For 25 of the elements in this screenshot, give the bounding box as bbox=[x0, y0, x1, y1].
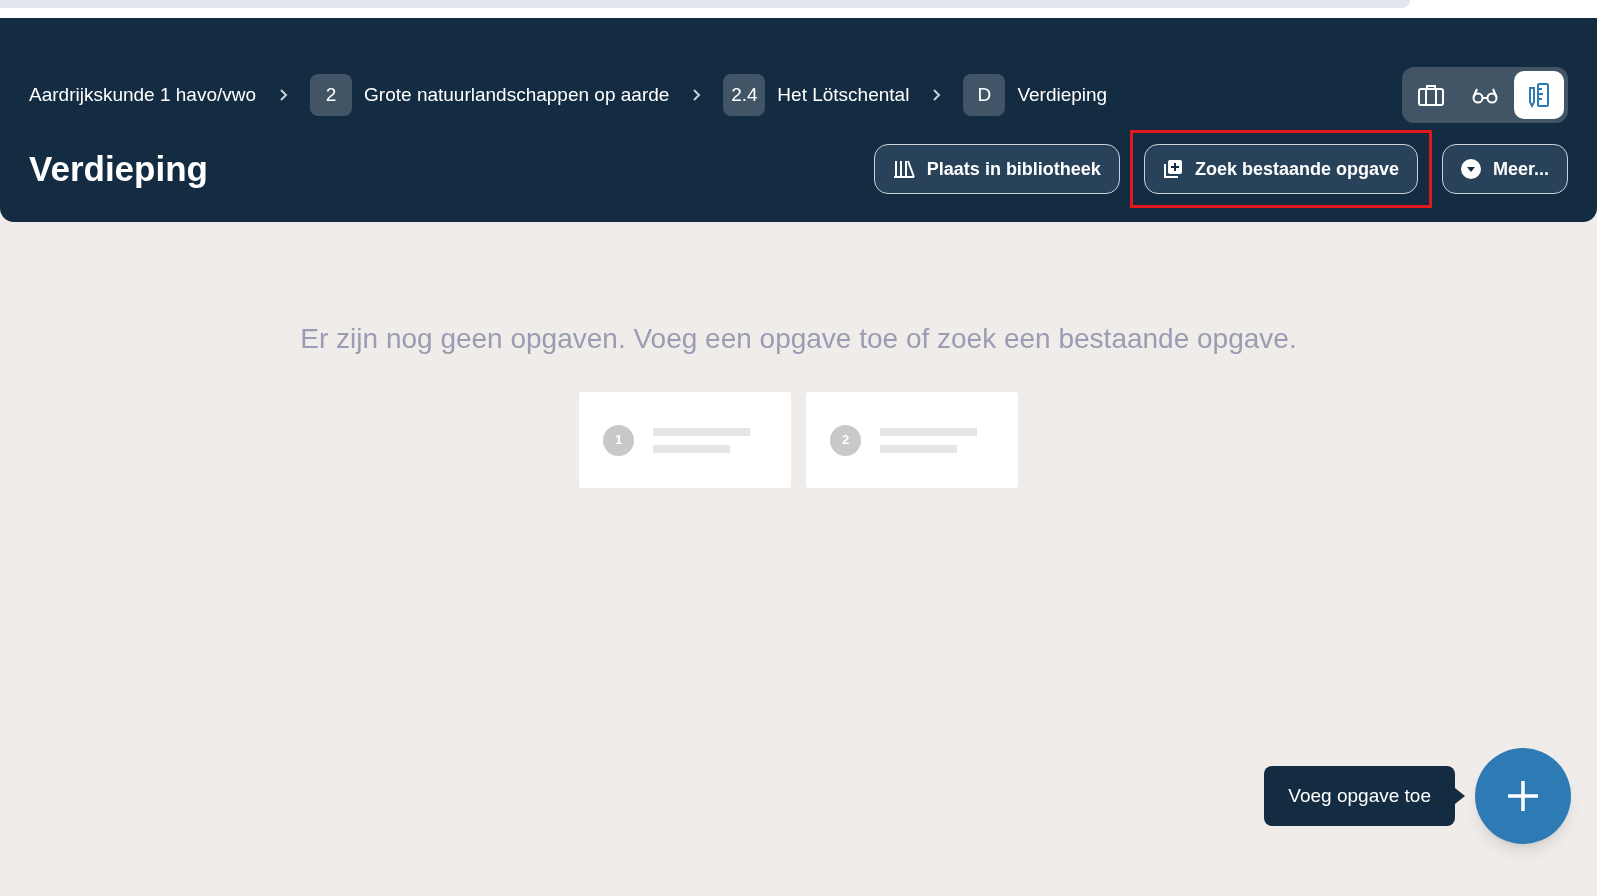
plus-icon bbox=[1508, 781, 1538, 811]
action-button[interactable]: Zoek bestaande opgave bbox=[1143, 144, 1418, 195]
chevron-right-icon bbox=[278, 88, 289, 102]
action-button[interactable]: Meer... bbox=[1441, 144, 1568, 195]
breadcrumb-link[interactable]: Aardrijkskunde 1 havo/vwo bbox=[29, 80, 257, 110]
breadcrumb-link[interactable]: Verdieping bbox=[1017, 80, 1108, 110]
empty-state-message: Er zijn nog geen opgaven. Voeg een opgave toe of zoek een bestaande opgave. bbox=[300, 322, 1297, 356]
tooltip: Voeg opgave toe bbox=[1264, 766, 1455, 826]
breadcrumb-badge: 2.4 bbox=[723, 74, 766, 116]
breadcrumb-badge: D bbox=[963, 74, 1006, 116]
breadcrumb-badge: 2 bbox=[310, 74, 353, 116]
chevron-right-icon bbox=[691, 88, 702, 102]
library-icon bbox=[892, 160, 915, 179]
action-button[interactable]: Plaats in bibliotheek bbox=[873, 144, 1120, 195]
pencil-ruler-icon bbox=[1527, 82, 1551, 108]
breadcrumb-link[interactable]: Het Lötschental bbox=[777, 80, 910, 110]
add-copy-icon bbox=[1162, 159, 1183, 180]
view-mode-tab[interactable] bbox=[1514, 71, 1564, 119]
page-title: Verdieping bbox=[29, 148, 209, 190]
breadcrumb-link[interactable]: Grote natuurlandschappen op aarde bbox=[364, 80, 670, 110]
tooltip-pointer-icon bbox=[1455, 788, 1465, 804]
glasses-icon bbox=[1471, 86, 1499, 104]
chevron-circle-icon bbox=[1460, 159, 1481, 180]
chevron-right-icon bbox=[931, 88, 942, 102]
briefcase-icon bbox=[1417, 83, 1445, 107]
